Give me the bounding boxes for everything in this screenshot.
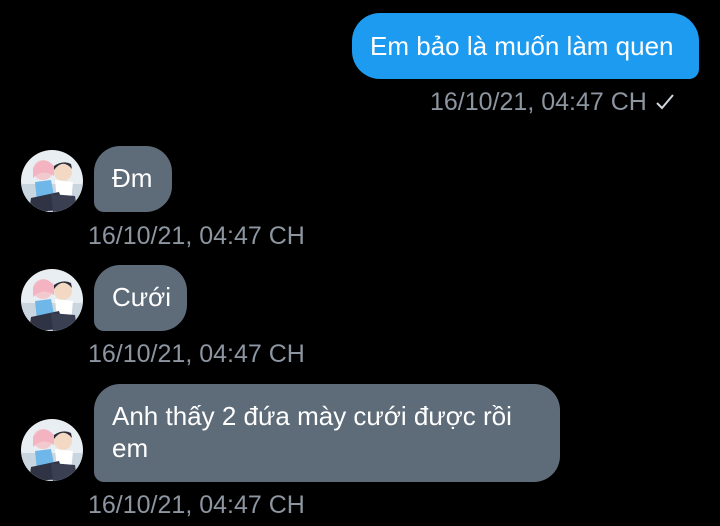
message-text: Đm bbox=[112, 163, 153, 193]
message-text: Anh thấy 2 đứa mày cưới được rồi em bbox=[112, 401, 512, 463]
message-timestamp: 16/10/21, 04:47 CH bbox=[88, 222, 305, 250]
message-timestamp: 16/10/21, 04:47 CH bbox=[430, 87, 675, 118]
message-text: Em bảo là muốn làm quen bbox=[370, 31, 674, 61]
incoming-message-bubble[interactable]: Cưới bbox=[94, 265, 187, 331]
incoming-message-bubble[interactable]: Anh thấy 2 đứa mày cưới được rồi em bbox=[94, 384, 560, 482]
avatar-image bbox=[21, 419, 83, 481]
avatar[interactable] bbox=[21, 419, 83, 481]
message-timestamp: 16/10/21, 04:47 CH bbox=[88, 340, 305, 368]
avatar-image bbox=[21, 269, 83, 331]
avatar[interactable] bbox=[21, 269, 83, 331]
avatar-image bbox=[21, 150, 83, 212]
check-icon bbox=[655, 88, 675, 118]
timestamp-text: 16/10/21, 04:47 CH bbox=[430, 88, 647, 116]
message-timestamp: 16/10/21, 04:47 CH bbox=[88, 491, 305, 519]
conversation-view: Em bảo là muốn làm quen 16/10/21, 04:47 … bbox=[0, 0, 720, 526]
outgoing-message-bubble[interactable]: Em bảo là muốn làm quen bbox=[352, 13, 699, 79]
incoming-message-bubble[interactable]: Đm bbox=[94, 146, 172, 212]
message-text: Cưới bbox=[112, 282, 172, 312]
avatar[interactable] bbox=[21, 150, 83, 212]
